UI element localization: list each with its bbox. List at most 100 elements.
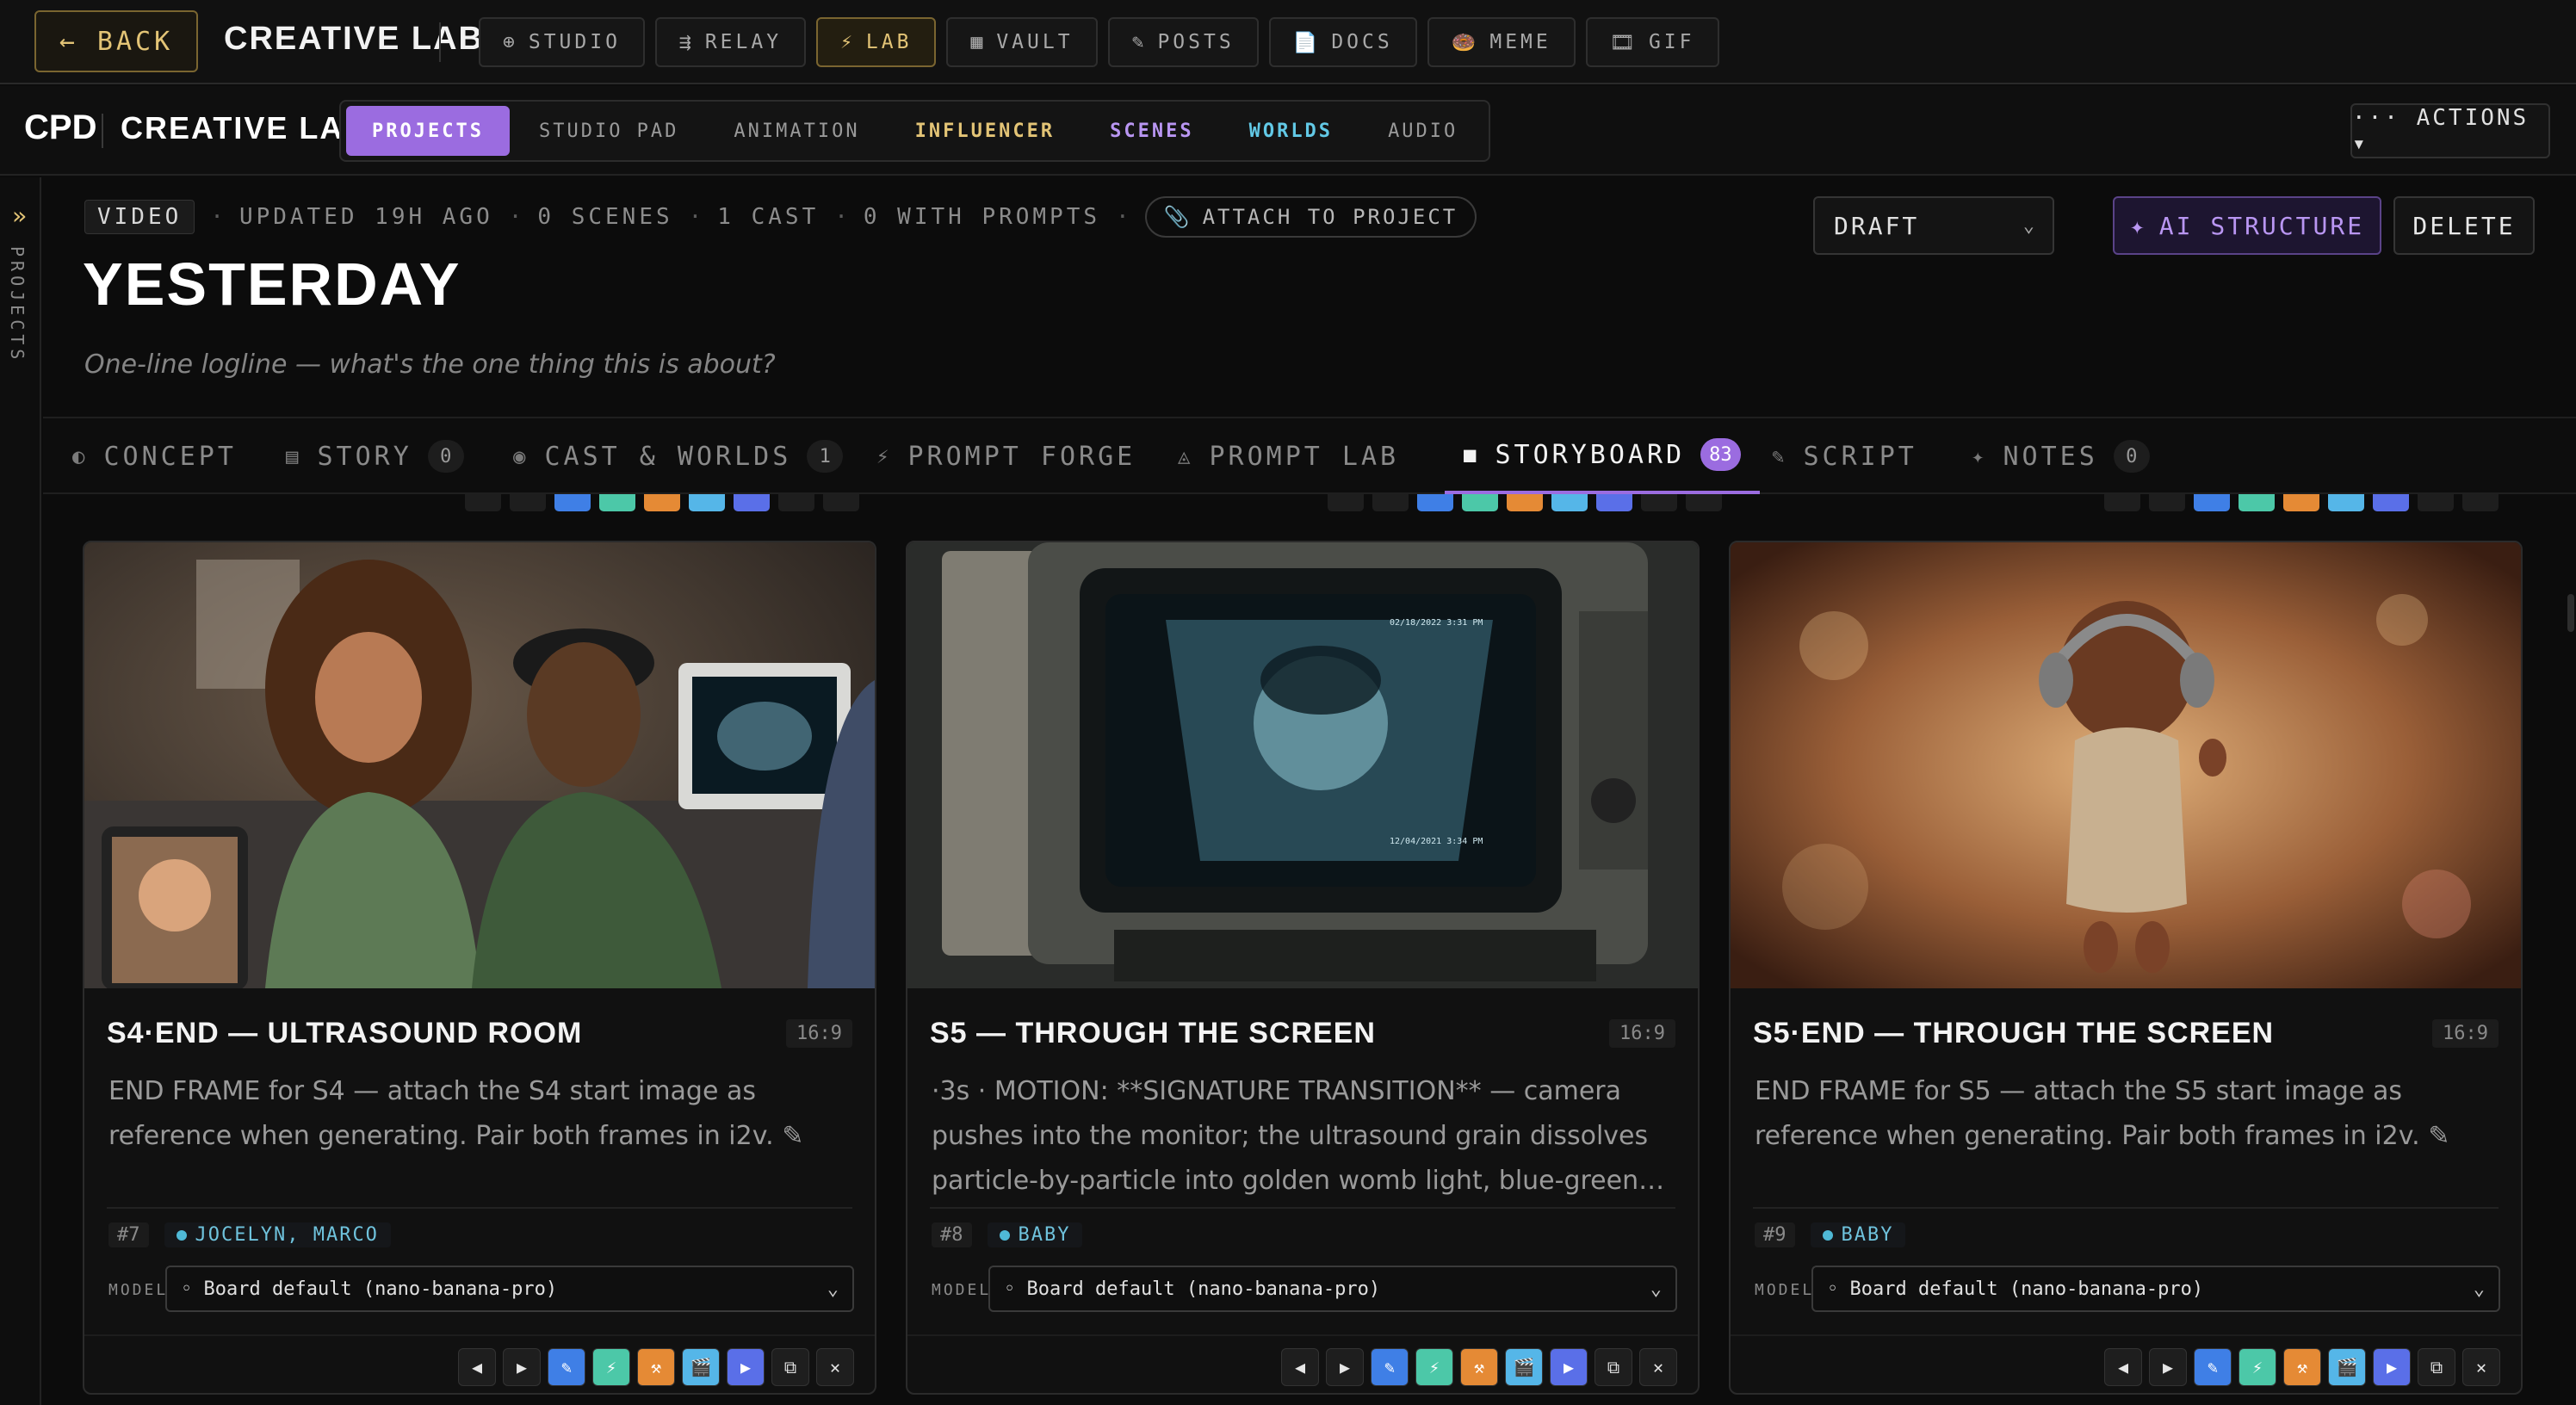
tab-worlds[interactable]: WORLDS: [1223, 106, 1359, 156]
tools-icon[interactable]: ⚒: [1460, 1348, 1498, 1386]
tab-scenes[interactable]: SCENES: [1084, 106, 1219, 156]
storyboard-card[interactable]: 02/18/2022 3:31 PM 12/04/2021 3:34 PM S5…: [906, 541, 1700, 1395]
flask-icon: ◬: [1178, 444, 1194, 468]
next-icon[interactable]: ▶: [1326, 1348, 1364, 1386]
card-toolbar: ◀ ▶ ✎ ⚡ ⚒ 🎬 ▶ ⧉ ✕: [458, 1348, 854, 1386]
delete-button[interactable]: DELETE: [2393, 196, 2535, 255]
tab-story[interactable]: ▤ STORY 0: [286, 418, 464, 494]
tools-icon[interactable]: ⚒: [637, 1348, 675, 1386]
copy-icon[interactable]: ⧉: [2418, 1348, 2455, 1386]
scene-description[interactable]: END FRAME for S4 — attach the S4 start i…: [108, 1069, 851, 1214]
back-button[interactable]: ← BACK: [34, 10, 198, 72]
tab-projects[interactable]: PROJECTS: [346, 106, 510, 156]
sub-tabs: PROJECTS STUDIO PAD ANIMATION INFLUENCER…: [339, 100, 1491, 162]
expand-chevron-icon[interactable]: »: [12, 201, 27, 230]
edit-icon[interactable]: ✎: [2194, 1348, 2232, 1386]
tab-storyboard[interactable]: ■ STORYBOARD 83: [1445, 418, 1760, 494]
status-select[interactable]: DRAFT ⌄: [1813, 196, 2054, 255]
actions-button[interactable]: ··· ACTIONS ▾: [2350, 103, 2550, 158]
model-select[interactable]: ◦ Board default (nano-banana-pro) ⌄: [988, 1266, 1677, 1312]
nav-meme[interactable]: 🍩 MEME: [1427, 17, 1576, 67]
tab-count: 0: [2113, 440, 2150, 473]
scene-title[interactable]: S5 — THROUGH THE SCREEN: [930, 1017, 1376, 1050]
half-circle-icon: ◐: [72, 444, 89, 468]
tab-label: STORYBOARD: [1495, 439, 1686, 470]
clapper-icon[interactable]: 🎬: [1505, 1348, 1543, 1386]
lightning-icon[interactable]: ⚡: [2239, 1348, 2276, 1386]
tab-prompt-forge[interactable]: ⚡ PROMPT FORGE: [876, 418, 1136, 494]
tab-cast-worlds[interactable]: ◉ CAST & WORLDS 1: [513, 418, 844, 494]
play-icon[interactable]: ▶: [727, 1348, 765, 1386]
next-icon[interactable]: ▶: [2149, 1348, 2187, 1386]
aspect-ratio-badge: 16:9: [786, 1018, 852, 1048]
edit-icon[interactable]: ✎: [1371, 1348, 1409, 1386]
edit-icon[interactable]: ✎: [548, 1348, 585, 1386]
tab-notes[interactable]: ✦ NOTES 0: [1972, 418, 2150, 494]
divider: [439, 22, 441, 62]
frame-image[interactable]: 02/18/2022 3:31 PM 12/04/2021 3:34 PM: [907, 542, 1698, 988]
clapper-icon[interactable]: 🎬: [682, 1348, 720, 1386]
nav-studio[interactable]: ⊕ STUDIO: [479, 17, 645, 67]
prev-icon[interactable]: ◀: [2104, 1348, 2142, 1386]
scene-description[interactable]: END FRAME for S5 — attach the S5 start i…: [1755, 1069, 2497, 1214]
separator-dot: ·: [210, 204, 224, 230]
frame-number: #9: [1755, 1222, 1795, 1247]
scene-description[interactable]: ·3s · MOTION: **SIGNATURE TRANSITION** —…: [932, 1069, 1674, 1214]
tools-icon[interactable]: ⚒: [2283, 1348, 2321, 1386]
lightning-icon: ⚡: [876, 444, 893, 468]
tab-label: CAST & WORLDS: [544, 441, 792, 472]
lightning-icon[interactable]: ⚡: [1415, 1348, 1453, 1386]
prev-icon[interactable]: ◀: [1281, 1348, 1319, 1386]
nav-label: DOCS: [1331, 31, 1393, 53]
model-select[interactable]: ◦ Board default (nano-banana-pro) ⌄: [165, 1266, 854, 1312]
tab-script[interactable]: ✎ SCRIPT: [1772, 418, 1917, 494]
actions-label: ··· ACTIONS ▾: [2352, 105, 2530, 157]
project-title[interactable]: YESTERDAY: [83, 250, 461, 319]
tab-animation[interactable]: ANIMATION: [708, 106, 885, 156]
storyboard-card[interactable]: S4·END — ULTRASOUND ROOM 16:9 END FRAME …: [83, 541, 876, 1395]
play-icon[interactable]: ▶: [1550, 1348, 1588, 1386]
next-icon[interactable]: ▶: [503, 1348, 541, 1386]
close-icon[interactable]: ✕: [1639, 1348, 1677, 1386]
nav-docs[interactable]: 📄 DOCS: [1268, 17, 1417, 67]
tab-concept[interactable]: ◐ CONCEPT: [72, 418, 237, 494]
nav-gif[interactable]: 🎞 GIF: [1585, 17, 1719, 67]
model-select[interactable]: ◦ Board default (nano-banana-pro) ⌄: [1811, 1266, 2500, 1312]
nav-lab[interactable]: ⚡ LAB: [816, 17, 937, 67]
tab-influencer[interactable]: INFLUENCER: [889, 106, 1081, 156]
nav-vault[interactable]: ▦ VAULT: [946, 17, 1098, 67]
scene-title[interactable]: S4·END — ULTRASOUND ROOM: [107, 1017, 582, 1050]
cast-tag[interactable]: JOCELYN, MARCO: [164, 1222, 391, 1247]
tab-prompt-lab[interactable]: ◬ PROMPT LAB: [1178, 418, 1399, 494]
tab-audio[interactable]: AUDIO: [1362, 106, 1483, 156]
app-title: CREATIVE LAB: [224, 21, 484, 57]
attach-to-project-button[interactable]: 📎 ATTACH TO PROJECT: [1144, 196, 1477, 238]
scrollbar-thumb[interactable]: [2567, 594, 2574, 632]
card-toolbar: ◀ ▶ ✎ ⚡ ⚒ 🎬 ▶ ⧉ ✕: [1281, 1348, 1677, 1386]
delete-label: DELETE: [2412, 211, 2516, 240]
copy-icon[interactable]: ⧉: [1595, 1348, 1632, 1386]
divider: [102, 114, 103, 148]
play-icon[interactable]: ▶: [2373, 1348, 2411, 1386]
logline-input[interactable]: One-line logline — what's the one thing …: [84, 350, 776, 380]
ai-structure-button[interactable]: ✦ AI STRUCTURE: [2113, 196, 2381, 255]
storyboard-card[interactable]: S5·END — THROUGH THE SCREEN 16:9 END FRA…: [1729, 541, 2523, 1395]
tab-studio-pad[interactable]: STUDIO PAD: [513, 106, 704, 156]
frame-image[interactable]: [84, 542, 875, 988]
close-icon[interactable]: ✕: [816, 1348, 854, 1386]
clapper-icon[interactable]: 🎬: [2328, 1348, 2366, 1386]
cast-tag[interactable]: BABY: [1810, 1222, 1906, 1247]
nav-relay[interactable]: ⇶ RELAY: [654, 17, 807, 67]
lightning-icon[interactable]: ⚡: [592, 1348, 630, 1386]
projects-rail[interactable]: » PROJECTS: [0, 177, 41, 1405]
scene-title[interactable]: S5·END — THROUGH THE SCREEN: [1753, 1017, 2274, 1050]
aspect-ratio-badge: 16:9: [1609, 1018, 1675, 1048]
copy-icon[interactable]: ⧉: [771, 1348, 809, 1386]
frame-image[interactable]: [1731, 542, 2521, 988]
cast-dot-icon: [999, 1229, 1010, 1241]
nav-posts[interactable]: ✎ POSTS: [1107, 17, 1259, 67]
section-tabs: ◐ CONCEPT ▤ STORY 0 ◉ CAST & WORLDS 1 ⚡ …: [43, 417, 2576, 494]
close-icon[interactable]: ✕: [2462, 1348, 2500, 1386]
prev-icon[interactable]: ◀: [458, 1348, 496, 1386]
cast-tag[interactable]: BABY: [987, 1222, 1083, 1247]
